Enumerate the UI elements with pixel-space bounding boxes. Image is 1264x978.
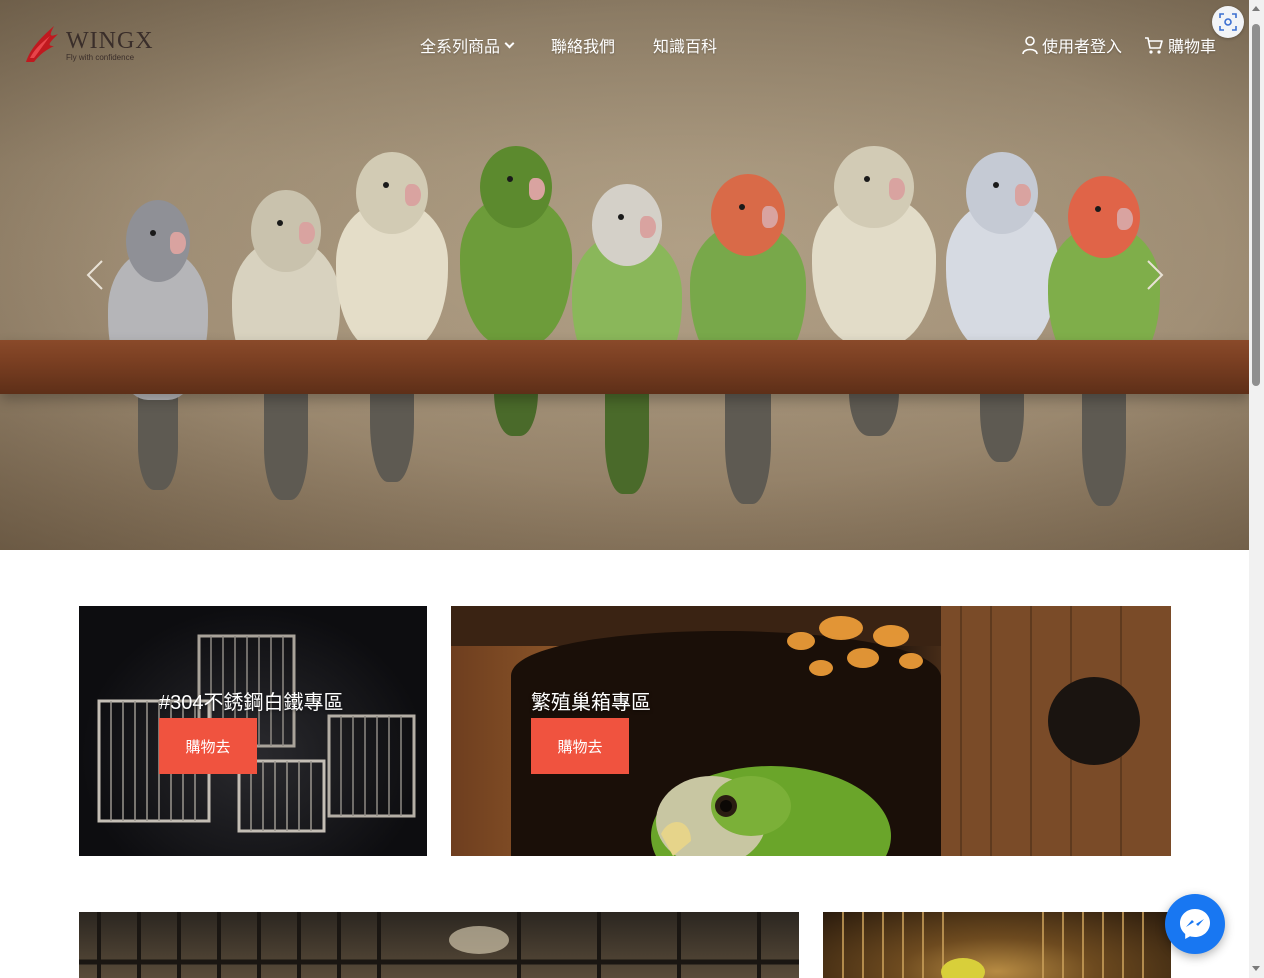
login-label: 使用者登入	[1041, 39, 1122, 56]
hero-perch	[0, 340, 1249, 394]
page-scrollbar[interactable]	[1249, 0, 1264, 978]
screenshot-tool-button[interactable]	[1212, 6, 1244, 38]
category-card-stainless[interactable]: #304不銹鋼白鐵專區 購物去	[79, 606, 427, 856]
parrot-illustration	[812, 146, 936, 476]
top-navbar: WINGX Fly with confidence 全系列商品 聯絡我們 知識百…	[0, 0, 1249, 88]
nav-actions: 使用者登入 購物車	[1022, 33, 1216, 57]
messenger-chat-button[interactable]	[1165, 894, 1225, 954]
parrot-illustration	[690, 174, 806, 504]
category-title-nest-box: 繁殖巢箱專區	[531, 692, 651, 714]
category-card-cage[interactable]	[79, 912, 799, 978]
scroll-down-arrow-icon[interactable]	[1252, 966, 1260, 971]
chevron-right-icon[interactable]	[1144, 258, 1166, 292]
brand-tagline: Fly with confidence	[66, 53, 135, 62]
cart-label: 購物車	[1167, 39, 1216, 56]
login-link[interactable]: 使用者登入	[1022, 33, 1122, 57]
capture-icon	[1219, 13, 1237, 31]
shop-button-stainless[interactable]: 購物去	[159, 718, 257, 774]
shop-button-nest-box[interactable]: 購物去	[531, 718, 629, 774]
scroll-up-arrow-icon[interactable]	[1252, 6, 1260, 11]
menu-all-products[interactable]: 全系列商品	[420, 33, 515, 57]
cage-bars-image	[79, 912, 799, 978]
category-title-stainless: #304不銹鋼白鐵專區	[159, 692, 344, 714]
round-cage-image	[842, 912, 1144, 978]
main-menu: 全系列商品 聯絡我們 知識百科	[420, 33, 717, 57]
messenger-icon	[1180, 909, 1210, 939]
menu-contact-us[interactable]: 聯絡我們	[551, 33, 615, 57]
wing-logo-icon	[26, 26, 58, 62]
category-card-nest-box[interactable]: 繁殖巢箱專區 購物去	[451, 606, 1171, 856]
scrollbar-thumb[interactable]	[1252, 24, 1260, 386]
parrot-illustration	[460, 146, 572, 476]
cart-link[interactable]: 購物車	[1144, 33, 1216, 57]
brand-name: WINGX	[66, 28, 154, 54]
menu-knowledge[interactable]: 知識百科	[653, 33, 717, 57]
parrot-illustration	[336, 152, 448, 482]
parrot-illustration	[946, 152, 1058, 482]
category-card-round-cage[interactable]	[823, 912, 1171, 978]
menu-all-products-label: 全系列商品	[420, 39, 501, 56]
chevron-left-icon[interactable]	[84, 258, 106, 292]
menu-knowledge-label: 知識百科	[653, 39, 718, 56]
chevron-down-icon	[504, 38, 515, 48]
cart-icon	[1144, 36, 1163, 54]
user-icon	[1022, 35, 1038, 54]
brand-logo[interactable]: WINGX Fly with confidence	[24, 22, 153, 66]
menu-contact-us-label: 聯絡我們	[551, 39, 616, 56]
